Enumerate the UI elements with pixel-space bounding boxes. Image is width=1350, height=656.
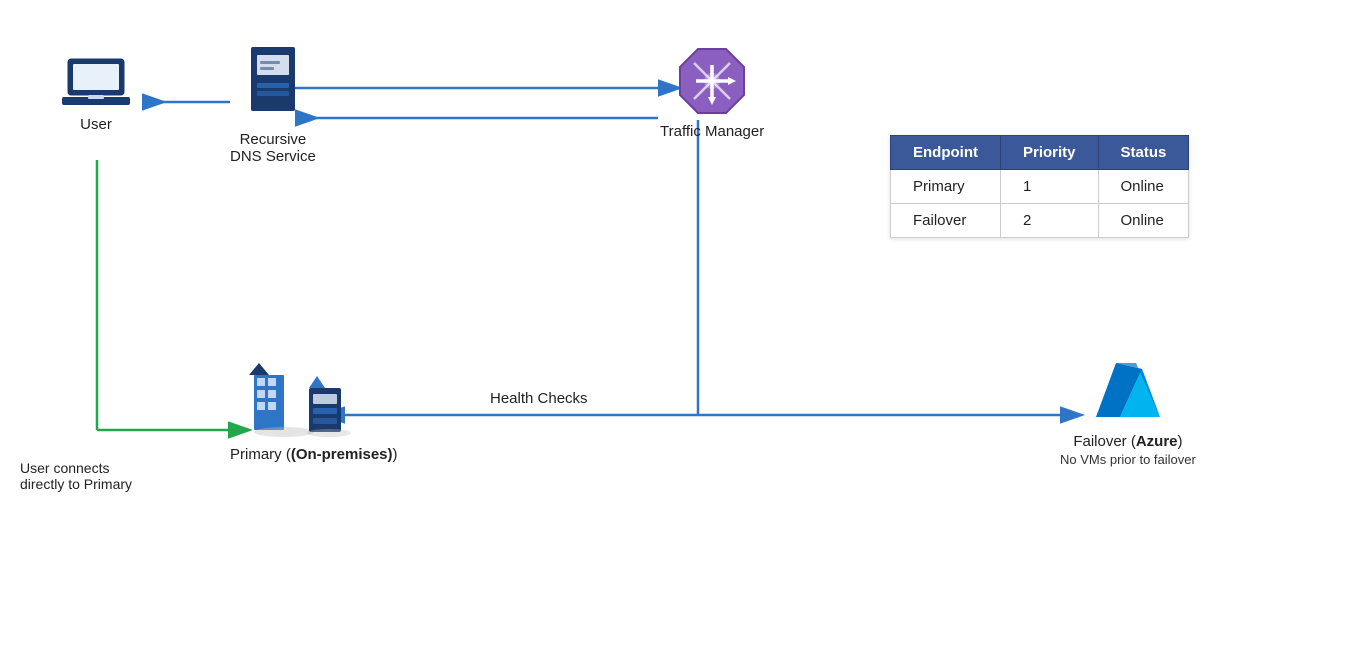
cell-endpoint: Primary bbox=[891, 170, 1001, 204]
failover-label: Failover (Azure) bbox=[1073, 433, 1182, 450]
failover-sub-label: No VMs prior to failover bbox=[1060, 452, 1196, 467]
failover-icon: Failover (Azure) No VMs prior to failove… bbox=[1060, 355, 1196, 467]
user-icon: User bbox=[60, 55, 132, 133]
dns-icon: RecursiveDNS Service bbox=[230, 45, 316, 165]
col-endpoint: Endpoint bbox=[891, 136, 1001, 170]
primary-bold-label: (On-premises) bbox=[291, 446, 393, 463]
table-row: Primary1Online bbox=[891, 170, 1189, 204]
table-row: Failover2Online bbox=[891, 204, 1189, 238]
failover-bold: Azure bbox=[1136, 433, 1178, 450]
col-status: Status bbox=[1098, 136, 1189, 170]
primary-site-icon: Primary ((On-premises)) bbox=[230, 360, 398, 463]
health-checks-label: Health Checks bbox=[490, 390, 588, 407]
cell-endpoint: Failover bbox=[891, 204, 1001, 238]
traffic-manager-icon: Traffic Manager bbox=[660, 45, 764, 140]
user-connects-label: User connectsdirectly to Primary bbox=[20, 460, 132, 492]
cell-priority: 2 bbox=[1000, 204, 1098, 238]
primary-label: Primary ((On-premises)) bbox=[230, 446, 398, 463]
cell-status: Online bbox=[1098, 170, 1189, 204]
endpoint-table: Endpoint Priority Status Primary1OnlineF… bbox=[890, 135, 1189, 238]
col-priority: Priority bbox=[1000, 136, 1098, 170]
traffic-manager-label: Traffic Manager bbox=[660, 123, 764, 140]
user-label: User bbox=[80, 116, 112, 133]
dns-label: RecursiveDNS Service bbox=[230, 131, 316, 165]
cell-status: Online bbox=[1098, 204, 1189, 238]
cell-priority: 1 bbox=[1000, 170, 1098, 204]
diagram-container: User RecursiveDNS Service bbox=[0, 0, 1350, 656]
